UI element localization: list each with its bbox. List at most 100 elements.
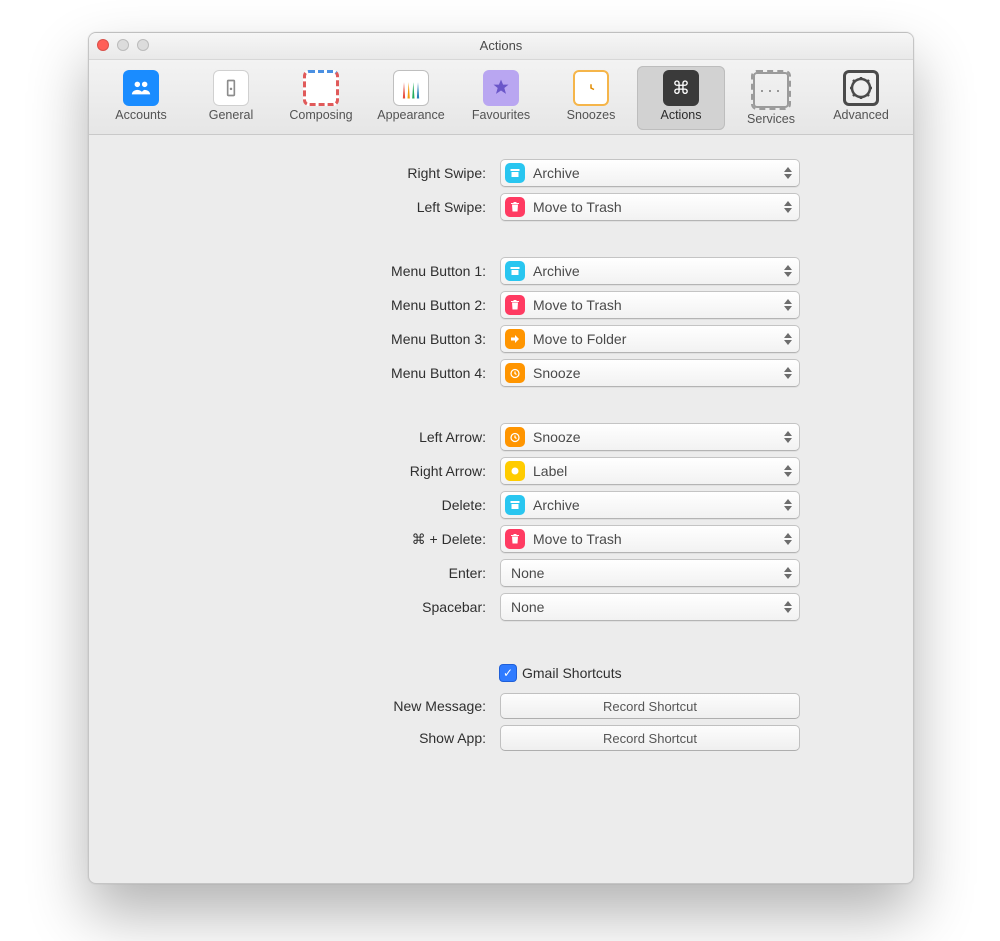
chevron-updown-icon bbox=[781, 496, 795, 514]
window-title: Actions bbox=[480, 38, 523, 53]
popup-value: Snooze bbox=[533, 429, 580, 445]
titlebar: Actions bbox=[89, 33, 913, 60]
preferences-body: Right Swipe: Archive Left Swipe: Move to… bbox=[89, 135, 913, 791]
popup-value: Snooze bbox=[533, 365, 580, 381]
accounts-icon bbox=[123, 70, 159, 106]
left-swipe-label: Left Swipe: bbox=[230, 199, 490, 215]
menu-button-1-popup[interactable]: Archive bbox=[500, 257, 800, 285]
popup-value: Move to Trash bbox=[533, 199, 622, 215]
right-arrow-label: Right Arrow: bbox=[230, 463, 490, 479]
cmd-delete-label: ⌘ + Delete: bbox=[230, 531, 490, 548]
menu-button-2-label: Menu Button 2: bbox=[230, 297, 490, 313]
toolbar-tab-snoozes[interactable]: Snoozes bbox=[547, 66, 635, 130]
advanced-icon bbox=[843, 70, 879, 106]
menu-button-2-popup[interactable]: Move to Trash bbox=[500, 291, 800, 319]
chevron-updown-icon bbox=[781, 462, 795, 480]
spacebar-popup[interactable]: None bbox=[500, 593, 800, 621]
popup-value: Archive bbox=[533, 263, 580, 279]
snoozes-icon bbox=[573, 70, 609, 106]
snooze-icon bbox=[505, 427, 525, 447]
label-icon bbox=[505, 461, 525, 481]
delete-label: Delete: bbox=[230, 497, 490, 513]
popup-value: Move to Folder bbox=[533, 331, 626, 347]
toolbar-tab-label: Advanced bbox=[833, 108, 889, 122]
enter-popup[interactable]: None bbox=[500, 559, 800, 587]
right-swipe-label: Right Swipe: bbox=[230, 165, 490, 181]
window-close-button[interactable] bbox=[97, 39, 109, 51]
preferences-window: Actions Accounts General Composing bbox=[88, 32, 914, 884]
enter-label: Enter: bbox=[230, 565, 490, 581]
toolbar-tab-label: Composing bbox=[289, 108, 352, 122]
toolbar-tab-label: Appearance bbox=[377, 108, 444, 122]
popup-value: None bbox=[511, 565, 544, 581]
chevron-updown-icon bbox=[781, 364, 795, 382]
composing-icon bbox=[303, 70, 339, 106]
chevron-updown-icon bbox=[781, 530, 795, 548]
popup-value: Label bbox=[533, 463, 567, 479]
toolbar-tab-label: Favourites bbox=[472, 108, 530, 122]
toolbar-tab-general[interactable]: General bbox=[187, 66, 275, 130]
toolbar-tab-label: Snoozes bbox=[567, 108, 616, 122]
toolbar-tab-actions[interactable]: ⌘ Actions bbox=[637, 66, 725, 130]
menu-button-4-label: Menu Button 4: bbox=[230, 365, 490, 381]
trash-icon bbox=[505, 295, 525, 315]
chevron-updown-icon bbox=[781, 330, 795, 348]
menu-button-4-popup[interactable]: Snooze bbox=[500, 359, 800, 387]
window-minimize-button[interactable] bbox=[117, 39, 129, 51]
chevron-updown-icon bbox=[781, 428, 795, 446]
popup-value: Move to Trash bbox=[533, 297, 622, 313]
menu-button-3-label: Menu Button 3: bbox=[230, 331, 490, 347]
chevron-updown-icon bbox=[781, 164, 795, 182]
left-swipe-popup[interactable]: Move to Trash bbox=[500, 193, 800, 221]
chevron-updown-icon bbox=[781, 198, 795, 216]
left-arrow-label: Left Arrow: bbox=[230, 429, 490, 445]
gmail-shortcuts-checkbox[interactable]: ✓ bbox=[500, 665, 516, 681]
toolbar-tab-services[interactable]: ··· Services bbox=[727, 66, 815, 130]
toolbar-tab-composing[interactable]: Composing bbox=[277, 66, 365, 130]
show-app-record-button[interactable]: Record Shortcut bbox=[500, 725, 800, 751]
left-arrow-popup[interactable]: Snooze bbox=[500, 423, 800, 451]
gmail-shortcuts-label: Gmail Shortcuts bbox=[522, 665, 622, 681]
spacebar-label: Spacebar: bbox=[230, 599, 490, 615]
show-app-label: Show App: bbox=[230, 730, 490, 746]
cmd-delete-popup[interactable]: Move to Trash bbox=[500, 525, 800, 553]
popup-value: None bbox=[511, 599, 544, 615]
toolbar-tab-label: Accounts bbox=[115, 108, 166, 122]
popup-value: Archive bbox=[533, 165, 580, 181]
window-zoom-button[interactable] bbox=[137, 39, 149, 51]
new-message-label: New Message: bbox=[230, 698, 490, 714]
snooze-icon bbox=[505, 363, 525, 383]
trash-icon bbox=[505, 197, 525, 217]
right-arrow-popup[interactable]: Label bbox=[500, 457, 800, 485]
toolbar-tab-favourites[interactable]: Favourites bbox=[457, 66, 545, 130]
archive-icon bbox=[505, 261, 525, 281]
toolbar-tab-advanced[interactable]: Advanced bbox=[817, 66, 905, 130]
appearance-icon bbox=[393, 70, 429, 106]
toolbar-tab-label: Services bbox=[747, 112, 795, 126]
popup-value: Archive bbox=[533, 497, 580, 513]
general-icon bbox=[213, 70, 249, 106]
toolbar-tab-accounts[interactable]: Accounts bbox=[97, 66, 185, 130]
button-label: Record Shortcut bbox=[603, 731, 697, 746]
delete-popup[interactable]: Archive bbox=[500, 491, 800, 519]
menu-button-3-popup[interactable]: Move to Folder bbox=[500, 325, 800, 353]
chevron-updown-icon bbox=[781, 262, 795, 280]
toolbar-tab-label: General bbox=[209, 108, 253, 122]
new-message-record-button[interactable]: Record Shortcut bbox=[500, 693, 800, 719]
services-icon: ··· bbox=[751, 70, 791, 110]
menu-button-1-label: Menu Button 1: bbox=[230, 263, 490, 279]
archive-icon bbox=[505, 163, 525, 183]
toolbar-tab-label: Actions bbox=[661, 108, 702, 122]
archive-icon bbox=[505, 495, 525, 515]
button-label: Record Shortcut bbox=[603, 699, 697, 714]
preferences-toolbar: Accounts General Composing App bbox=[89, 60, 913, 135]
actions-icon: ⌘ bbox=[663, 70, 699, 106]
right-swipe-popup[interactable]: Archive bbox=[500, 159, 800, 187]
chevron-updown-icon bbox=[781, 598, 795, 616]
trash-icon bbox=[505, 529, 525, 549]
toolbar-tab-appearance[interactable]: Appearance bbox=[367, 66, 455, 130]
move-to-folder-icon bbox=[505, 329, 525, 349]
chevron-updown-icon bbox=[781, 564, 795, 582]
chevron-updown-icon bbox=[781, 296, 795, 314]
popup-value: Move to Trash bbox=[533, 531, 622, 547]
